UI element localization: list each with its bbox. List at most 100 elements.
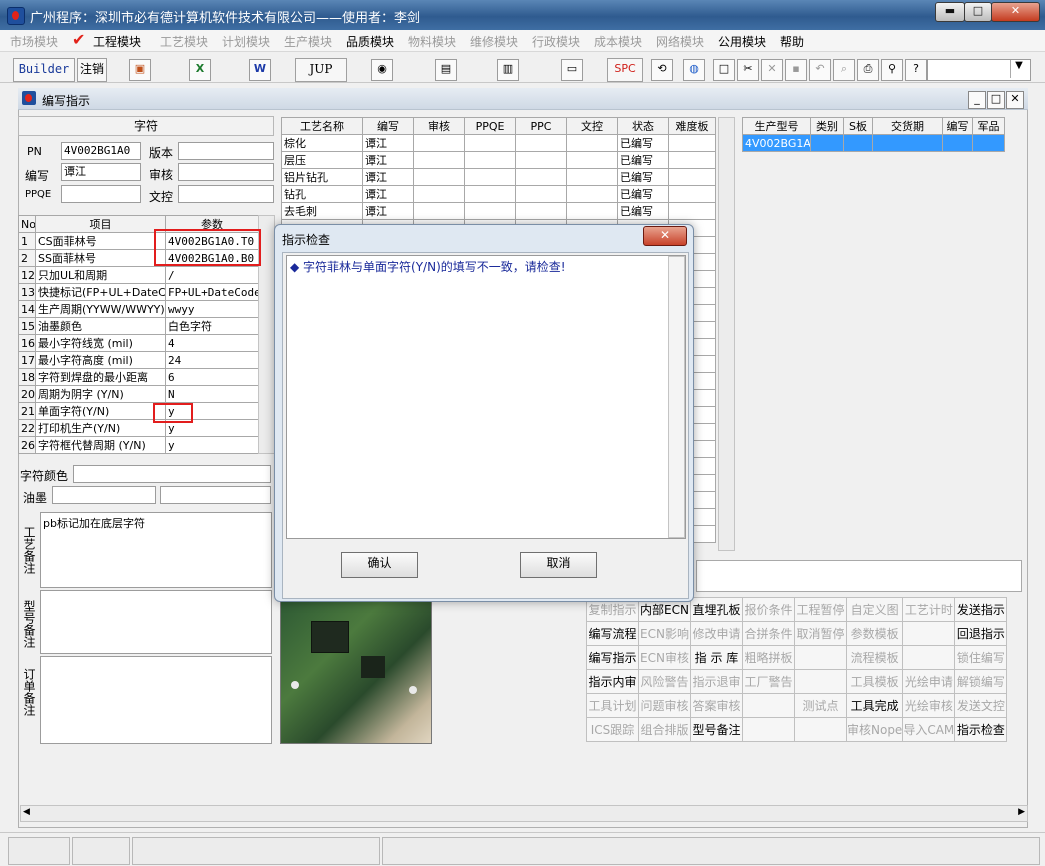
menu-item-11[interactable]: 公用模块: [718, 33, 766, 50]
model-col-0[interactable]: 生产型号: [742, 117, 811, 135]
menu-item-12[interactable]: 帮助: [780, 33, 804, 50]
action-button[interactable]: 自定义图: [845, 597, 904, 622]
action-button[interactable]: 工程暂停: [794, 597, 847, 622]
process-row[interactable]: 棕化 谭江 已编写: [281, 134, 716, 152]
action-button[interactable]: 导入CAM: [902, 717, 956, 742]
action-button[interactable]: 取消暂停: [794, 621, 847, 646]
action-button[interactable]: 答案审核: [690, 693, 743, 718]
ink-field-1[interactable]: [52, 486, 156, 504]
model-col-2[interactable]: S板: [843, 117, 873, 135]
dialog-ok-button[interactable]: 确认: [341, 552, 418, 578]
database-icon[interactable]: ▤: [435, 59, 457, 81]
menu-item-7[interactable]: 维修模块: [470, 33, 518, 50]
menu-item-2[interactable]: 工艺模块: [160, 33, 208, 50]
process-row[interactable]: 层压 谭江 已编写: [281, 151, 716, 169]
param-row[interactable]: 18 字符到焊盘的最小距离 6: [18, 368, 259, 386]
save-icon[interactable]: ▪: [785, 59, 807, 81]
scroll-left-icon[interactable]: ◀: [23, 807, 30, 817]
param-row[interactable]: 17 最小字符高度 (mil) 24: [18, 351, 259, 369]
action-button[interactable]: [794, 669, 847, 694]
process-col-1[interactable]: 编写: [362, 117, 414, 135]
find-icon[interactable]: ⚲: [881, 59, 903, 81]
model-col-3[interactable]: 交货期: [872, 117, 943, 135]
col-no[interactable]: No: [18, 215, 36, 233]
process-col-0[interactable]: 工艺名称: [281, 117, 363, 135]
param-row[interactable]: 15 油墨颜色 白色字符: [18, 317, 259, 335]
process-row[interactable]: 去毛刺 谭江 已编写: [281, 202, 716, 220]
action-button[interactable]: [902, 621, 956, 646]
col-item[interactable]: 项目: [35, 215, 166, 233]
action-button[interactable]: 审核Nope: [845, 717, 904, 742]
action-button[interactable]: 工厂警告: [742, 669, 795, 694]
param-value[interactable]: N: [165, 385, 259, 403]
param-value[interactable]: 6: [165, 368, 259, 386]
print-preview-icon[interactable]: ⌕: [833, 59, 855, 81]
close-button[interactable]: ✕: [991, 2, 1040, 22]
logout-button[interactable]: 注销: [77, 58, 107, 82]
builder-button[interactable]: Builder: [13, 58, 75, 82]
menu-item-9[interactable]: 成本模块: [594, 33, 642, 50]
model-col-4[interactable]: 编写: [942, 117, 973, 135]
wenkong-field[interactable]: [178, 185, 274, 203]
param-row[interactable]: 26 字符框代替周期 (Y/N) y: [18, 436, 259, 454]
action-button[interactable]: 流程模板: [845, 645, 904, 670]
ppqe-field[interactable]: [61, 185, 141, 203]
action-button[interactable]: [794, 717, 847, 742]
action-button[interactable]: 工具完成: [845, 693, 904, 718]
scroll-right-icon[interactable]: ▶: [1018, 807, 1025, 817]
action-button[interactable]: ECN审核: [638, 645, 691, 670]
param-value[interactable]: 24: [165, 351, 259, 369]
minimize-button[interactable]: ▬: [935, 2, 965, 22]
action-button[interactable]: 直埋孔板: [690, 597, 743, 622]
menu-item-10[interactable]: 网络模块: [656, 33, 704, 50]
action-button[interactable]: 光绘申请: [902, 669, 956, 694]
process-row[interactable]: 钻孔 谭江 已编写: [281, 185, 716, 203]
process-grid-scrollbar[interactable]: [718, 117, 735, 551]
action-button[interactable]: 风险警告: [638, 669, 691, 694]
process-col-3[interactable]: PPQE: [464, 117, 516, 135]
action-button[interactable]: 工具计划: [586, 693, 639, 718]
action-button[interactable]: [902, 645, 956, 670]
eye-icon[interactable]: ◉: [371, 59, 393, 81]
message-scrollbar[interactable]: [668, 256, 685, 538]
action-button[interactable]: 问题审核: [638, 693, 691, 718]
report-icon[interactable]: ▣: [129, 59, 151, 81]
model-note-text[interactable]: [40, 590, 272, 654]
word-icon[interactable]: W: [249, 59, 271, 81]
action-button[interactable]: [742, 693, 795, 718]
action-button[interactable]: 组合排版: [638, 717, 691, 742]
action-button[interactable]: 报价条件: [742, 597, 795, 622]
cut-icon[interactable]: ✂: [737, 59, 759, 81]
action-button[interactable]: 指示退审: [690, 669, 743, 694]
version-field[interactable]: [178, 142, 274, 160]
globe-icon[interactable]: ◍: [683, 59, 705, 81]
action-button[interactable]: 参数模板: [845, 621, 904, 646]
action-button[interactable]: 指示检查: [954, 717, 1008, 742]
action-button[interactable]: 编写指示: [586, 645, 639, 670]
combo-dropdown-icon[interactable]: ▼: [1010, 60, 1027, 78]
param-value[interactable]: 白色字符: [165, 317, 259, 335]
param-value[interactable]: /: [165, 266, 259, 284]
action-button[interactable]: 指 示 库: [690, 645, 743, 670]
action-button[interactable]: 光绘审核: [902, 693, 956, 718]
action-button[interactable]: 发送文控: [954, 693, 1008, 718]
action-button[interactable]: ECN影响: [638, 621, 691, 646]
menu-item-8[interactable]: 行政模块: [532, 33, 580, 50]
param-value[interactable]: 4: [165, 334, 259, 352]
process-row[interactable]: 铝片钻孔 谭江 已编写: [281, 168, 716, 186]
order-note-text[interactable]: [40, 656, 272, 744]
param-row[interactable]: 16 最小字符线宽 (mil) 4: [18, 334, 259, 352]
action-button[interactable]: 工具模板: [845, 669, 904, 694]
action-button[interactable]: 粗略拼板: [742, 645, 795, 670]
new-file-icon[interactable]: □: [713, 59, 735, 81]
message-box[interactable]: ◆ 字符菲林与单面字符(Y/N)的填写不一致，请检查!: [286, 255, 686, 539]
process-col-4[interactable]: PPC: [515, 117, 567, 135]
undo-icon[interactable]: ↶: [809, 59, 831, 81]
param-row[interactable]: 13 快捷标记(FP+UL+DateCo FP+UL+DateCode: [18, 283, 259, 301]
param-value[interactable]: wwyy: [165, 300, 259, 318]
action-button[interactable]: [794, 645, 847, 670]
pn-field[interactable]: 4V002BG1A0: [61, 142, 141, 160]
server-icon[interactable]: ▥: [497, 59, 519, 81]
writer-field[interactable]: 谭江: [61, 163, 141, 181]
process-col-7[interactable]: 难度板: [668, 117, 716, 135]
